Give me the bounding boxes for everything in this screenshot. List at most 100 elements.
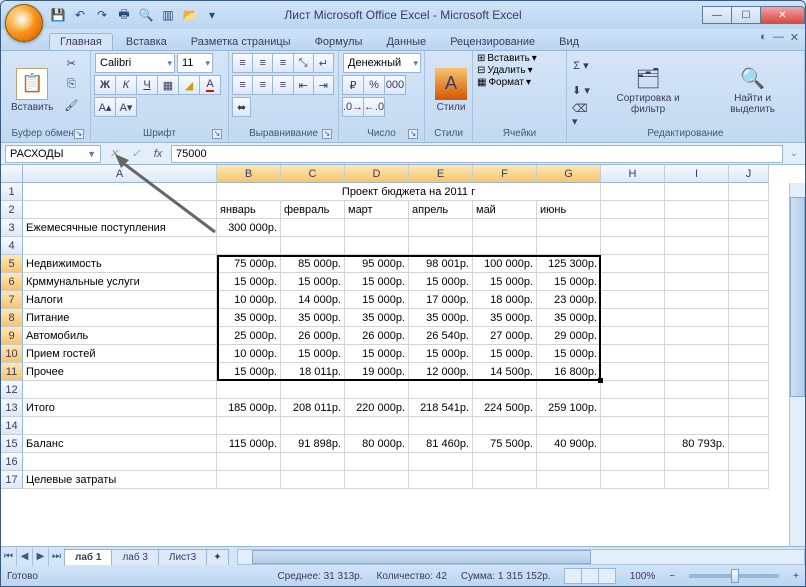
- cell[interactable]: 16 800р.: [537, 363, 601, 381]
- row-header[interactable]: 9: [1, 327, 23, 345]
- cell[interactable]: [281, 381, 345, 399]
- tab-data[interactable]: Данные: [375, 33, 437, 50]
- zoom-out-icon[interactable]: −: [669, 571, 675, 582]
- fill-color-icon[interactable]: ◢: [178, 75, 200, 95]
- cell[interactable]: [345, 237, 409, 255]
- zoom-level[interactable]: 100%: [630, 571, 656, 582]
- cell[interactable]: Крммунальные услуги: [23, 273, 217, 291]
- zoom-in-icon[interactable]: +: [793, 571, 799, 582]
- cell[interactable]: [23, 201, 217, 219]
- cells-format-button[interactable]: ▦Формат ▾: [477, 77, 562, 88]
- selection-handle[interactable]: [598, 378, 603, 383]
- copy-icon[interactable]: ⎘: [61, 74, 81, 94]
- cell[interactable]: 15 000р.: [345, 345, 409, 363]
- column-header[interactable]: F: [473, 165, 537, 183]
- row-header[interactable]: 8: [1, 309, 23, 327]
- align-center-icon[interactable]: ≡: [252, 75, 273, 95]
- cell[interactable]: [537, 453, 601, 471]
- cell[interactable]: [729, 453, 769, 471]
- cell[interactable]: 35 000р.: [473, 309, 537, 327]
- row-header[interactable]: 11: [1, 363, 23, 381]
- percent-icon[interactable]: %: [363, 75, 385, 95]
- cell[interactable]: 14 500р.: [473, 363, 537, 381]
- cell[interactable]: [217, 471, 281, 489]
- cell[interactable]: [409, 381, 473, 399]
- cell[interactable]: Баланс: [23, 435, 217, 453]
- cell[interactable]: 15 000р.: [537, 345, 601, 363]
- cell[interactable]: 15 000р.: [345, 273, 409, 291]
- row-header[interactable]: 3: [1, 219, 23, 237]
- cell[interactable]: 18 011р.: [281, 363, 345, 381]
- column-header[interactable]: G: [537, 165, 601, 183]
- cell[interactable]: [729, 435, 769, 453]
- cell[interactable]: [537, 471, 601, 489]
- row-header[interactable]: 17: [1, 471, 23, 489]
- cell[interactable]: [281, 471, 345, 489]
- cell[interactable]: [729, 417, 769, 435]
- scroll-thumb[interactable]: [790, 197, 805, 397]
- styles-button[interactable]: A Стили: [429, 53, 473, 127]
- cell[interactable]: 80 793р.: [665, 435, 729, 453]
- orientation-icon[interactable]: ⤡: [293, 53, 314, 73]
- dialog-launcher-icon[interactable]: ↘: [322, 129, 332, 139]
- cell[interactable]: [665, 399, 729, 417]
- view-break-icon[interactable]: [598, 568, 616, 584]
- cell[interactable]: Прием гостей: [23, 345, 217, 363]
- cell[interactable]: [409, 453, 473, 471]
- tab-review[interactable]: Рецензирование: [439, 33, 546, 50]
- fill-icon[interactable]: ⬇ ▾: [571, 80, 591, 100]
- column-header[interactable]: C: [281, 165, 345, 183]
- cell[interactable]: [601, 417, 665, 435]
- cell[interactable]: 35 000р.: [217, 309, 281, 327]
- cell[interactable]: [729, 399, 769, 417]
- align-left-icon[interactable]: ≡: [232, 75, 253, 95]
- cell[interactable]: [601, 363, 665, 381]
- tab-view[interactable]: Вид: [548, 33, 590, 50]
- row-header[interactable]: 4: [1, 237, 23, 255]
- cell[interactable]: [217, 237, 281, 255]
- qat-more-icon[interactable]: ▾: [203, 6, 221, 24]
- new-sheet-icon[interactable]: ✦: [206, 549, 228, 565]
- vertical-scrollbar[interactable]: [789, 183, 805, 546]
- undo-icon[interactable]: ↶: [71, 6, 89, 24]
- cell[interactable]: март: [345, 201, 409, 219]
- paste-button[interactable]: 📋 Вставить: [5, 53, 59, 127]
- font-name-combo[interactable]: Calibri: [95, 53, 175, 73]
- doc-close-icon[interactable]: ✕: [790, 31, 799, 44]
- cell[interactable]: [23, 381, 217, 399]
- currency-icon[interactable]: ₽: [342, 75, 364, 95]
- enter-fx-icon[interactable]: ✓: [127, 145, 145, 163]
- cell[interactable]: 26 000р.: [281, 327, 345, 345]
- cell[interactable]: Налоги: [23, 291, 217, 309]
- inc-decimal-icon[interactable]: .0→: [342, 97, 364, 117]
- cell[interactable]: [601, 309, 665, 327]
- underline-icon[interactable]: Ч: [136, 75, 158, 95]
- cell[interactable]: 100 000р.: [473, 255, 537, 273]
- column-header[interactable]: A: [23, 165, 217, 183]
- cell[interactable]: [281, 219, 345, 237]
- cell[interactable]: [601, 219, 665, 237]
- cell[interactable]: [23, 417, 217, 435]
- cell[interactable]: 18 000р.: [473, 291, 537, 309]
- cell[interactable]: [345, 471, 409, 489]
- column-header[interactable]: J: [729, 165, 769, 183]
- cell[interactable]: [409, 417, 473, 435]
- cell[interactable]: [665, 453, 729, 471]
- cell[interactable]: 115 000р.: [217, 435, 281, 453]
- cell[interactable]: Итого: [23, 399, 217, 417]
- cell[interactable]: [665, 237, 729, 255]
- cell[interactable]: [665, 471, 729, 489]
- new-icon[interactable]: ▥: [159, 6, 177, 24]
- font-size-combo[interactable]: 11: [177, 53, 213, 73]
- indent-inc-icon[interactable]: ⇥: [313, 75, 334, 95]
- cell[interactable]: [601, 435, 665, 453]
- cell[interactable]: 17 000р.: [409, 291, 473, 309]
- cell[interactable]: [345, 219, 409, 237]
- format-painter-icon[interactable]: 🖌: [61, 95, 81, 115]
- cell[interactable]: [217, 453, 281, 471]
- cell[interactable]: Прочее: [23, 363, 217, 381]
- expand-fbar-icon[interactable]: ⌄: [787, 148, 801, 159]
- row-header[interactable]: 2: [1, 201, 23, 219]
- help-icon[interactable]: ◐: [760, 31, 767, 44]
- cell[interactable]: [473, 453, 537, 471]
